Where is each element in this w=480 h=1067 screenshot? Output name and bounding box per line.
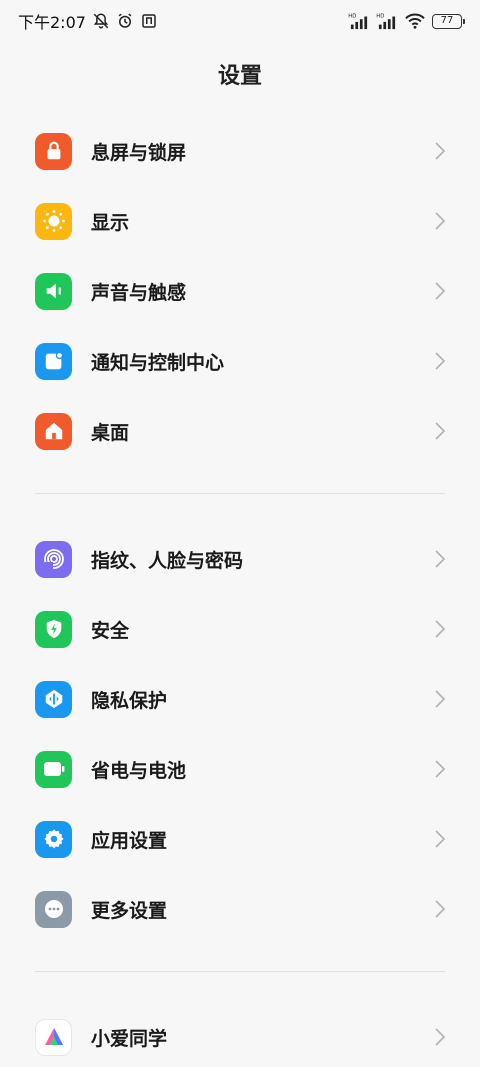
settings-item-more[interactable]: 更多设置 (0, 874, 480, 944)
chevron-right-icon (435, 142, 446, 160)
section-divider (35, 971, 445, 972)
shield-icon (35, 610, 72, 648)
section-divider (35, 493, 445, 494)
nfc-icon (142, 14, 156, 28)
chevron-right-icon (435, 690, 446, 708)
settings-item-home[interactable]: 桌面 (0, 396, 480, 466)
battery-icon (35, 750, 72, 788)
xiaoai-icon (35, 1018, 72, 1056)
svg-text:HD: HD (376, 13, 384, 19)
page-title: 设置 (217, 64, 262, 89)
privacy-icon (35, 680, 72, 718)
settings-item-label: 小爱同学 (91, 1027, 168, 1050)
settings-item-label: 显示 (91, 211, 130, 234)
battery-level: 77 (440, 15, 454, 26)
settings-item-label: 桌面 (91, 421, 130, 444)
chevron-right-icon (435, 900, 446, 918)
settings-item-label: 安全 (91, 619, 130, 642)
chevron-right-icon (435, 422, 446, 440)
status-time: 下午2:07 (18, 13, 86, 32)
chevron-right-icon (435, 760, 446, 778)
settings-item-label: 息屏与锁屏 (91, 141, 187, 164)
chevron-right-icon (435, 1028, 446, 1046)
chevron-right-icon (435, 830, 446, 848)
settings-item-label: 隐私保护 (91, 689, 168, 712)
settings-group-3: 小爱同学 (0, 1002, 480, 1067)
settings-item-notifications[interactable]: 通知与控制中心 (0, 326, 480, 396)
battery-indicator: 77 (432, 13, 465, 29)
settings-item-privacy[interactable]: 隐私保护 (0, 664, 480, 734)
home-icon (35, 412, 72, 450)
settings-item-security[interactable]: 安全 (0, 594, 480, 664)
lock-icon (35, 132, 72, 170)
settings-item-sound[interactable]: 声音与触感 (0, 256, 480, 326)
alarm-icon (118, 13, 132, 28)
settings-item-label: 应用设置 (91, 829, 168, 852)
sun-icon (35, 202, 72, 240)
signal-tag: HD (348, 13, 356, 19)
wifi-icon (405, 13, 425, 29)
gear-icon (35, 820, 72, 858)
settings-group-2: 指纹、人脸与密码 安全 隐私保护 省电与电池 应用设置 更多设置 (0, 524, 480, 944)
settings-item-label: 指纹、人脸与密码 (91, 549, 244, 572)
chevron-right-icon (435, 282, 446, 300)
more-icon (35, 890, 72, 928)
settings-item-apps[interactable]: 应用设置 (0, 804, 480, 874)
chevron-right-icon (435, 352, 446, 370)
settings-item-label: 通知与控制中心 (91, 351, 225, 374)
chevron-right-icon (435, 212, 446, 230)
settings-item-fingerprint[interactable]: 指纹、人脸与密码 (0, 524, 480, 594)
chevron-right-icon (435, 550, 446, 568)
chevron-right-icon (435, 620, 446, 638)
signal-icon-2: HD (376, 13, 396, 30)
settings-group-1: 息屏与锁屏 显示 声音与触感 通知与控制中心 桌面 (0, 116, 480, 466)
settings-item-lockscreen[interactable]: 息屏与锁屏 (0, 116, 480, 186)
speaker-icon (35, 272, 72, 310)
fingerprint-icon (35, 540, 72, 578)
notifications-muted-icon (93, 13, 109, 29)
settings-item-display[interactable]: 显示 (0, 186, 480, 256)
status-bar: 下午2:07 HD HD 77 (0, 0, 480, 42)
settings-item-label: 省电与电池 (91, 759, 187, 782)
settings-item-label: 更多设置 (91, 899, 168, 922)
settings-item-label: 声音与触感 (91, 281, 187, 304)
settings-item-xiaoai[interactable]: 小爱同学 (0, 1002, 480, 1067)
settings-item-battery[interactable]: 省电与电池 (0, 734, 480, 804)
signal-icon: HD (348, 13, 368, 30)
notification-icon (35, 342, 72, 380)
